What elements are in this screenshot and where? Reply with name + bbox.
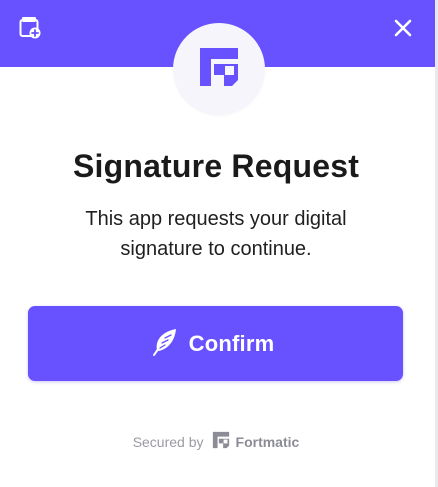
confirm-button[interactable]: Confirm: [28, 306, 403, 381]
security-footer: Secured by Fortmatic: [0, 431, 432, 452]
fortmatic-brand-name: Fortmatic: [235, 433, 300, 450]
wallet-add-icon: [18, 16, 42, 45]
close-icon: [393, 18, 413, 43]
page-subtitle: This app requests your digital signature…: [85, 208, 347, 260]
fortmatic-brand-link[interactable]: Fortmatic: [212, 431, 300, 452]
signature-request-modal: Signature Request This app requests your…: [0, 0, 438, 487]
wallet-add-button[interactable]: [14, 14, 46, 46]
fortmatic-brand-icon: [212, 431, 230, 452]
close-button[interactable]: [387, 14, 419, 46]
app-logo: [173, 23, 265, 115]
confirm-content: Confirm: [151, 327, 275, 360]
feather-icon: [151, 327, 179, 360]
secured-by-label: Secured by: [132, 433, 204, 450]
fortmatic-logo-icon: [198, 46, 240, 93]
confirm-label: Confirm: [188, 330, 275, 356]
page-title: Signature Request: [72, 148, 360, 184]
